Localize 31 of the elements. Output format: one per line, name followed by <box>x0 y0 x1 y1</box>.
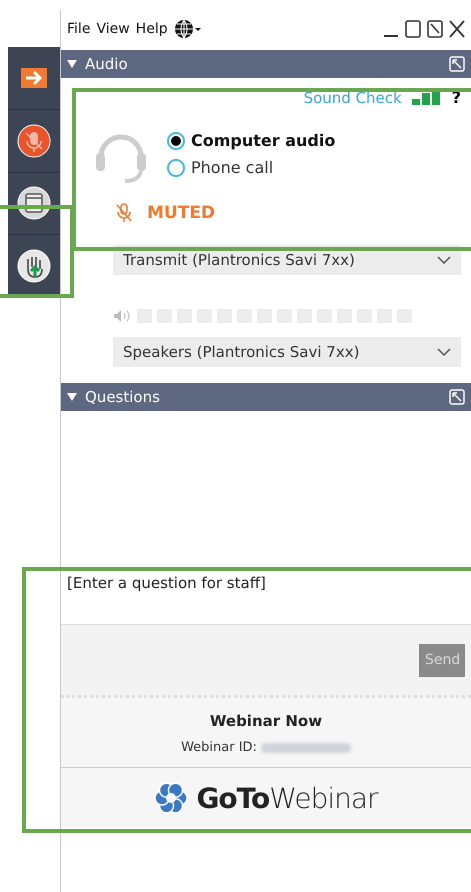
flower-logo-icon <box>154 781 188 815</box>
close-icon[interactable] <box>449 20 465 38</box>
radio-option[interactable]: Phone call <box>167 158 336 177</box>
speaker-icon <box>113 309 131 323</box>
window-icon[interactable] <box>17 186 51 220</box>
maximize-icon[interactable] <box>405 20 421 38</box>
radio-button[interactable] <box>167 158 185 176</box>
chevron-icon <box>437 256 451 264</box>
panel-title: Questions <box>85 388 161 406</box>
radio-button[interactable] <box>167 132 185 150</box>
chevron-icon <box>437 348 451 356</box>
panel-title: Audio <box>85 55 129 73</box>
logo-text: GoToWebinar <box>196 782 378 814</box>
panel-header[interactable]: Questions <box>61 383 471 411</box>
muted-label: MUTED <box>147 203 216 223</box>
speaker-dropdown[interactable]: Speakers (Plantronics Savi 7xx) <box>113 337 461 367</box>
webinar-title: Webinar Now <box>210 712 322 730</box>
popout-icon[interactable] <box>427 20 443 38</box>
menu-item[interactable]: View <box>96 21 130 37</box>
radio-label: Phone call <box>191 158 274 177</box>
globe-icon[interactable] <box>174 19 202 39</box>
panel-header[interactable]: Audio <box>61 50 471 78</box>
muted-mic-icon <box>115 203 133 223</box>
menu-item[interactable]: Help <box>136 21 168 37</box>
webinar-id-label: Webinar ID: <box>181 740 257 755</box>
menu-item[interactable]: File <box>67 21 90 37</box>
collapse-icon <box>67 393 77 401</box>
muted-mic-icon[interactable] <box>17 124 51 158</box>
collapse-icon <box>67 60 77 68</box>
signal-bars-icon <box>412 90 442 104</box>
raise-hand-icon[interactable] <box>17 249 51 284</box>
